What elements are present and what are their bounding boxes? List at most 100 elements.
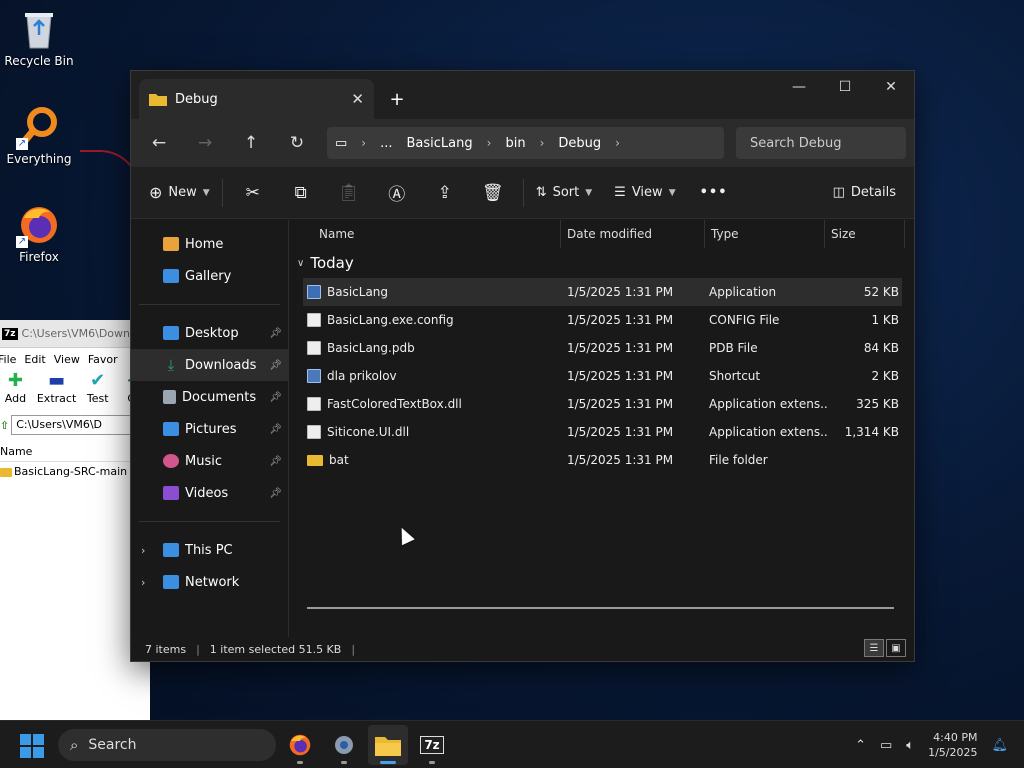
breadcrumb-debug[interactable]: Debug bbox=[558, 136, 601, 151]
view-button[interactable]: ☰ View ▼ bbox=[608, 177, 681, 209]
delete-button[interactable]: 🗑︎ bbox=[469, 177, 517, 209]
address-bar[interactable]: ▭ › ... BasicLang › bin › Debug › bbox=[327, 127, 724, 159]
minimize-icon[interactable]: — bbox=[776, 71, 822, 103]
7zip-extract-button[interactable]: ▬ Extract bbox=[37, 370, 76, 410]
refresh-icon[interactable]: ↻ bbox=[277, 127, 317, 159]
more-options-button[interactable]: ••• bbox=[694, 177, 734, 209]
desktop-icon-recycle-bin[interactable]: Recycle Bin bbox=[0, 8, 78, 68]
file-list[interactable]: Name Date modified Type Size ∨ Today Bas… bbox=[289, 219, 914, 637]
table-row[interactable]: FastColoredTextBox.dll 1/5/2025 1:31 PM … bbox=[303, 390, 902, 418]
file-size: 325 KB bbox=[856, 397, 899, 411]
copy-button[interactable]: ⧉ bbox=[277, 177, 325, 209]
desktop-icon-firefox[interactable]: ↗ Firefox bbox=[0, 204, 78, 264]
up-arrow-icon[interactable]: ↑ bbox=[231, 127, 271, 159]
table-row[interactable]: BasicLang.exe.config 1/5/2025 1:31 PM CO… bbox=[303, 306, 902, 334]
pin-icon[interactable]: 📌︎ bbox=[269, 360, 282, 371]
7zip-window[interactable]: 7z C:\Users\VM6\Downl File Edit View Fav… bbox=[0, 320, 150, 720]
table-row[interactable]: BasicLang.pdb 1/5/2025 1:31 PM PDB File … bbox=[303, 334, 902, 362]
breadcrumb-basiclang[interactable]: BasicLang bbox=[407, 136, 473, 151]
up-folder-icon[interactable]: ⇧ bbox=[0, 419, 9, 432]
pin-icon[interactable]: 📌︎ bbox=[269, 392, 282, 403]
7zip-test-button[interactable]: ✔ Test bbox=[82, 370, 113, 410]
maximize-icon[interactable]: ☐ bbox=[822, 71, 868, 103]
sidebar-item-pictures[interactable]: Pictures 📌︎ bbox=[131, 413, 288, 445]
chevron-right-icon[interactable]: › bbox=[361, 136, 366, 150]
sidebar-item-this-pc[interactable]: › This PC bbox=[131, 534, 288, 566]
new-tab-button[interactable]: + bbox=[380, 82, 414, 116]
chevron-right-icon[interactable]: › bbox=[615, 136, 620, 150]
7zip-menu-favorites[interactable]: Favor bbox=[88, 353, 118, 366]
pin-icon[interactable]: 📌︎ bbox=[269, 424, 282, 435]
sidebar-item-label: Gallery bbox=[185, 268, 232, 284]
sort-button[interactable]: ⇅ Sort ▼ bbox=[530, 177, 598, 209]
table-row[interactable]: BasicLang 1/5/2025 1:31 PM Application 5… bbox=[303, 278, 902, 306]
horizontal-scrollbar[interactable] bbox=[307, 607, 894, 609]
forward-arrow-icon[interactable]: → bbox=[185, 127, 225, 159]
nav-divider bbox=[139, 304, 280, 305]
details-button[interactable]: ◫ Details bbox=[827, 177, 902, 209]
7zip-menu-file[interactable]: File bbox=[0, 353, 16, 366]
column-header-type[interactable]: Type bbox=[705, 219, 825, 248]
rename-button[interactable]: Ⓐ bbox=[373, 177, 421, 209]
table-row[interactable]: dla prikolov 1/5/2025 1:31 PM Shortcut 2… bbox=[303, 362, 902, 390]
7zip-list-item[interactable]: BasicLang-SRC-main bbox=[0, 462, 150, 482]
windows-start-icon[interactable] bbox=[20, 734, 44, 758]
file-explorer-window[interactable]: Debug ✕ + — ☐ ✕ ← → ↑ ↻ ▭ › ... BasicLan… bbox=[130, 70, 915, 662]
sidebar-item-network[interactable]: › Network bbox=[131, 566, 288, 598]
taskbar-search-input[interactable]: ⌕ Search bbox=[58, 729, 276, 761]
7zip-menu-view[interactable]: View bbox=[54, 353, 80, 366]
column-header-size[interactable]: Size bbox=[825, 219, 905, 248]
network-status-icon[interactable]: ▭ bbox=[880, 738, 892, 753]
pin-icon[interactable]: 📌︎ bbox=[269, 488, 282, 499]
pin-icon[interactable]: 📌︎ bbox=[269, 456, 282, 467]
7zip-title-path: C:\Users\VM6\Downl bbox=[21, 327, 134, 340]
7zip-add-button[interactable]: ✚ Add bbox=[0, 370, 31, 410]
7zip-menu-edit[interactable]: Edit bbox=[24, 353, 45, 366]
music-icon bbox=[163, 454, 179, 468]
sidebar-item-music[interactable]: Music 📌︎ bbox=[131, 445, 288, 477]
chevron-up-icon[interactable]: ⌃ bbox=[855, 738, 866, 753]
sidebar-item-home[interactable]: Home bbox=[131, 228, 288, 260]
dll-file-icon bbox=[307, 397, 321, 411]
sidebar-item-desktop[interactable]: Desktop 📌︎ bbox=[131, 317, 288, 349]
column-header-name[interactable]: Name bbox=[289, 219, 561, 248]
7zip-column-name[interactable]: Name bbox=[0, 442, 150, 462]
sidebar-item-videos[interactable]: Videos 📌︎ bbox=[131, 477, 288, 509]
tiles-view-icon[interactable]: ▣ bbox=[886, 639, 906, 657]
column-header-date[interactable]: Date modified bbox=[561, 219, 705, 248]
new-button[interactable]: ⊕ New ▼ bbox=[143, 177, 216, 209]
notification-bell-icon[interactable]: 🔔︎ bbox=[991, 738, 1008, 753]
taskbar-app-file-explorer[interactable] bbox=[368, 725, 408, 765]
tab-close-icon[interactable]: ✕ bbox=[351, 90, 364, 108]
breadcrumb-overflow[interactable]: ... bbox=[380, 136, 392, 151]
details-view-icon[interactable]: ☰ bbox=[864, 639, 884, 657]
taskbar-app-settings[interactable] bbox=[324, 725, 364, 765]
group-header-today[interactable]: ∨ Today bbox=[289, 248, 914, 278]
chevron-right-icon[interactable]: › bbox=[141, 576, 145, 589]
volume-icon[interactable]: 🔈︎ bbox=[906, 738, 914, 753]
chevron-right-icon[interactable]: › bbox=[487, 136, 492, 150]
close-window-icon[interactable]: ✕ bbox=[868, 71, 914, 103]
sidebar-item-downloads[interactable]: ⤓ Downloads 📌︎ bbox=[131, 349, 288, 381]
sidebar-item-documents[interactable]: Documents 📌︎ bbox=[131, 381, 288, 413]
paste-button[interactable]: 📋︎ bbox=[325, 177, 373, 209]
desktop-icon-everything[interactable]: ↗ Everything bbox=[0, 106, 78, 166]
chevron-right-icon[interactable]: › bbox=[141, 544, 145, 557]
file-name: BasicLang.exe.config bbox=[327, 313, 454, 327]
tab-debug[interactable]: Debug ✕ bbox=[139, 79, 374, 119]
cut-button[interactable]: ✂ bbox=[229, 177, 277, 209]
taskbar-app-firefox[interactable] bbox=[280, 725, 320, 765]
chevron-right-icon[interactable]: › bbox=[540, 136, 545, 150]
table-row[interactable]: Siticone.UI.dll 1/5/2025 1:31 PM Applica… bbox=[303, 418, 902, 446]
clock[interactable]: 4:40 PM 1/5/2025 bbox=[928, 730, 977, 760]
taskbar-app-7zip[interactable]: 7z bbox=[412, 725, 452, 765]
share-button[interactable]: ⇪ bbox=[421, 177, 469, 209]
navigation-pane[interactable]: Home Gallery Desktop 📌︎ ⤓ Downloads 📌︎ D… bbox=[131, 220, 289, 637]
pin-icon[interactable]: 📌︎ bbox=[269, 328, 282, 339]
sidebar-item-gallery[interactable]: Gallery bbox=[131, 260, 288, 292]
back-arrow-icon[interactable]: ← bbox=[139, 127, 179, 159]
breadcrumb-bin[interactable]: bin bbox=[505, 136, 525, 151]
search-input[interactable]: Search Debug bbox=[736, 127, 906, 159]
table-row[interactable]: bat 1/5/2025 1:31 PM File folder bbox=[303, 446, 902, 474]
monitor-icon[interactable]: ▭ bbox=[335, 136, 347, 151]
